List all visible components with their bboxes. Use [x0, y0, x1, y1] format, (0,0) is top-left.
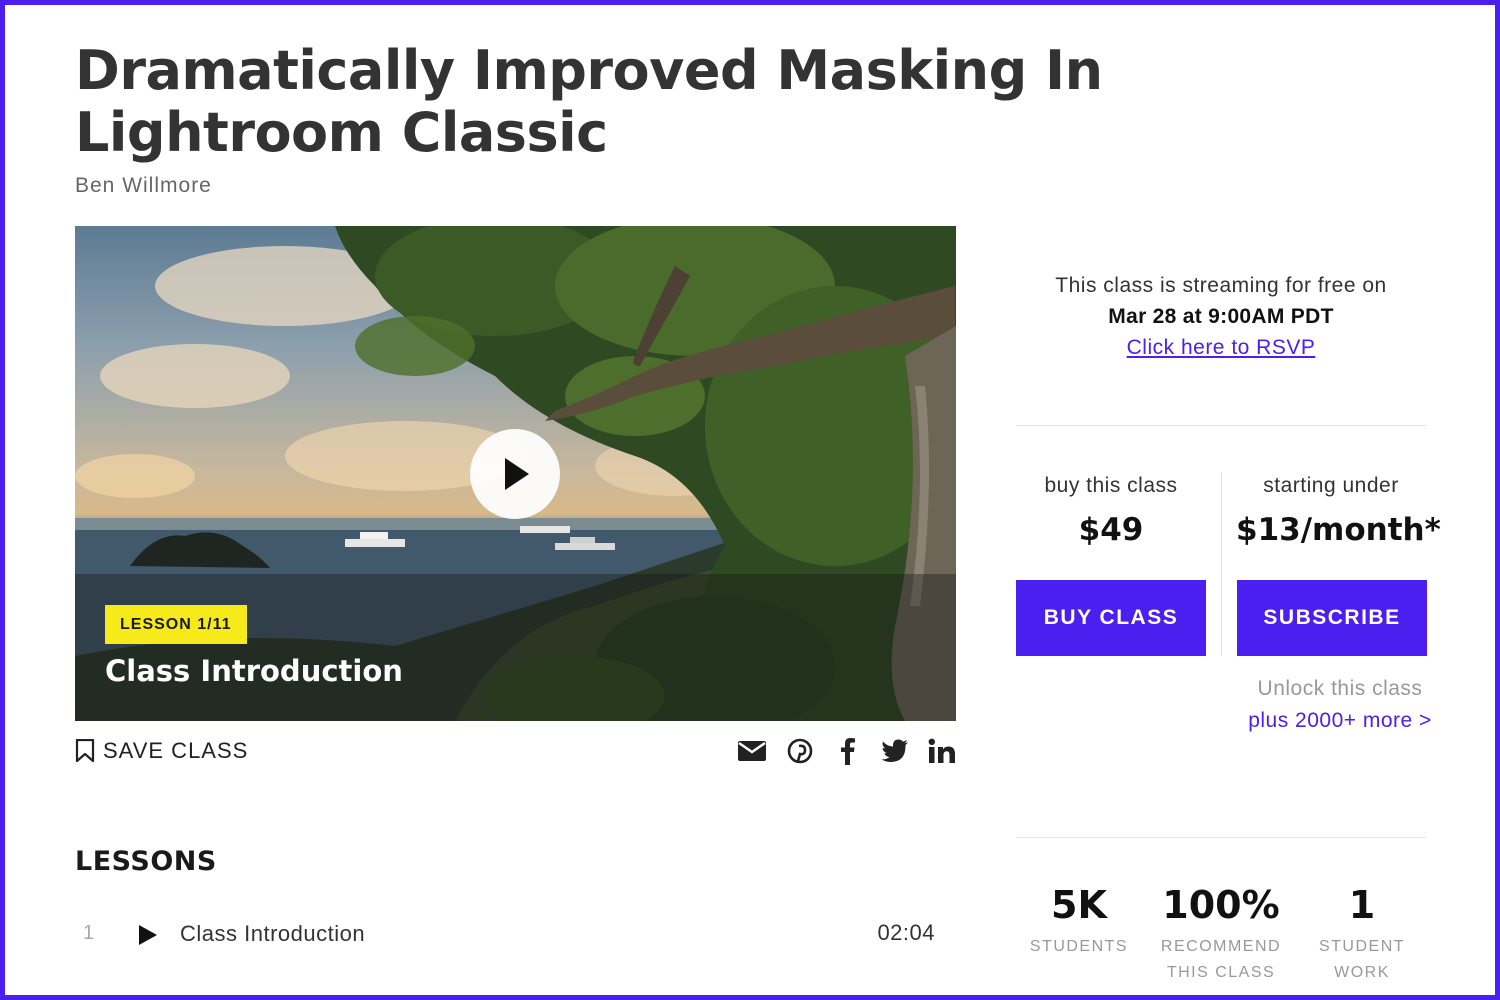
stat-value: 5K [1051, 883, 1107, 927]
subscribe-label: starting under [1263, 474, 1399, 497]
stat-student-work[interactable]: 1 STUDENT WORK [1292, 880, 1432, 986]
streaming-info: This class is streaming for free on Mar … [1016, 270, 1426, 363]
stat-caption-line: THIS CLASS [1166, 964, 1276, 981]
page-title: Dramatically Improved Masking In Lightro… [75, 39, 1103, 164]
stat-value: 100% [1162, 883, 1280, 927]
play-icon [139, 925, 157, 945]
lesson-duration: 02:04 [877, 920, 935, 945]
rsvp-link[interactable]: Click here to RSVP [1127, 332, 1316, 363]
facebook-icon[interactable] [831, 735, 863, 767]
subscribe-button[interactable]: SUBSCRIBE [1237, 580, 1427, 656]
twitter-icon[interactable] [879, 735, 911, 767]
buy-price: $49 [1078, 512, 1144, 548]
lesson-row[interactable]: 1 Class Introduction 02:04 [75, 920, 935, 950]
stat-caption-line: STUDENT [1318, 938, 1406, 955]
lesson-badge: LESSON 1/11 [105, 605, 247, 644]
pinterest-icon[interactable] [784, 735, 816, 767]
streaming-date: Mar 28 at 9:00AM PDT [1108, 305, 1334, 328]
unlock-text: Unlock this class [1257, 677, 1423, 700]
unlock-more-link[interactable]: plus 2000+ more > [1230, 705, 1450, 737]
stat-caption: STUDENTS [1009, 934, 1149, 960]
stat-caption-line: STUDENTS [1029, 938, 1129, 955]
subscribe-price-block: starting under $13/month* [1236, 474, 1441, 548]
bookmark-icon [75, 739, 95, 763]
streaming-text: This class is streaming for free on [1055, 274, 1387, 297]
subscribe-price: $13/month* [1236, 512, 1441, 548]
stat-students: 5K STUDENTS [1009, 880, 1149, 960]
video-lesson-title: Class Introduction [105, 654, 403, 688]
linkedin-icon[interactable] [926, 735, 958, 767]
save-class-label: SAVE CLASS [103, 738, 249, 763]
email-icon[interactable] [736, 735, 768, 767]
lessons-heading: LESSONS [75, 846, 217, 877]
stat-value: 1 [1348, 883, 1376, 927]
divider [1221, 472, 1222, 656]
divider [1016, 837, 1426, 838]
unlock-more: Unlock this class plus 2000+ more > [1230, 673, 1450, 737]
lesson-number: 1 [83, 922, 95, 944]
video-player[interactable]: LESSON 1/11 Class Introduction [75, 226, 956, 721]
play-button[interactable] [470, 429, 560, 519]
stat-caption-line: RECOMMEND [1160, 938, 1282, 955]
video-caption-overlay [75, 574, 956, 721]
buy-class-button[interactable]: BUY CLASS [1016, 580, 1206, 656]
stat-caption: STUDENT WORK [1292, 934, 1432, 986]
stat-recommend: 100% RECOMMEND THIS CLASS [1151, 880, 1291, 986]
buy-price-block: buy this class $49 [1016, 474, 1206, 548]
save-class-button[interactable]: SAVE CLASS [75, 738, 248, 764]
divider [1016, 425, 1426, 426]
buy-label: buy this class [1044, 474, 1178, 497]
stat-caption: RECOMMEND THIS CLASS [1151, 934, 1291, 986]
lesson-title: Class Introduction [180, 921, 366, 946]
play-icon [505, 458, 529, 490]
share-bar [736, 735, 958, 767]
author-name[interactable]: Ben Willmore [75, 174, 212, 198]
stat-caption-line: WORK [1334, 964, 1390, 981]
